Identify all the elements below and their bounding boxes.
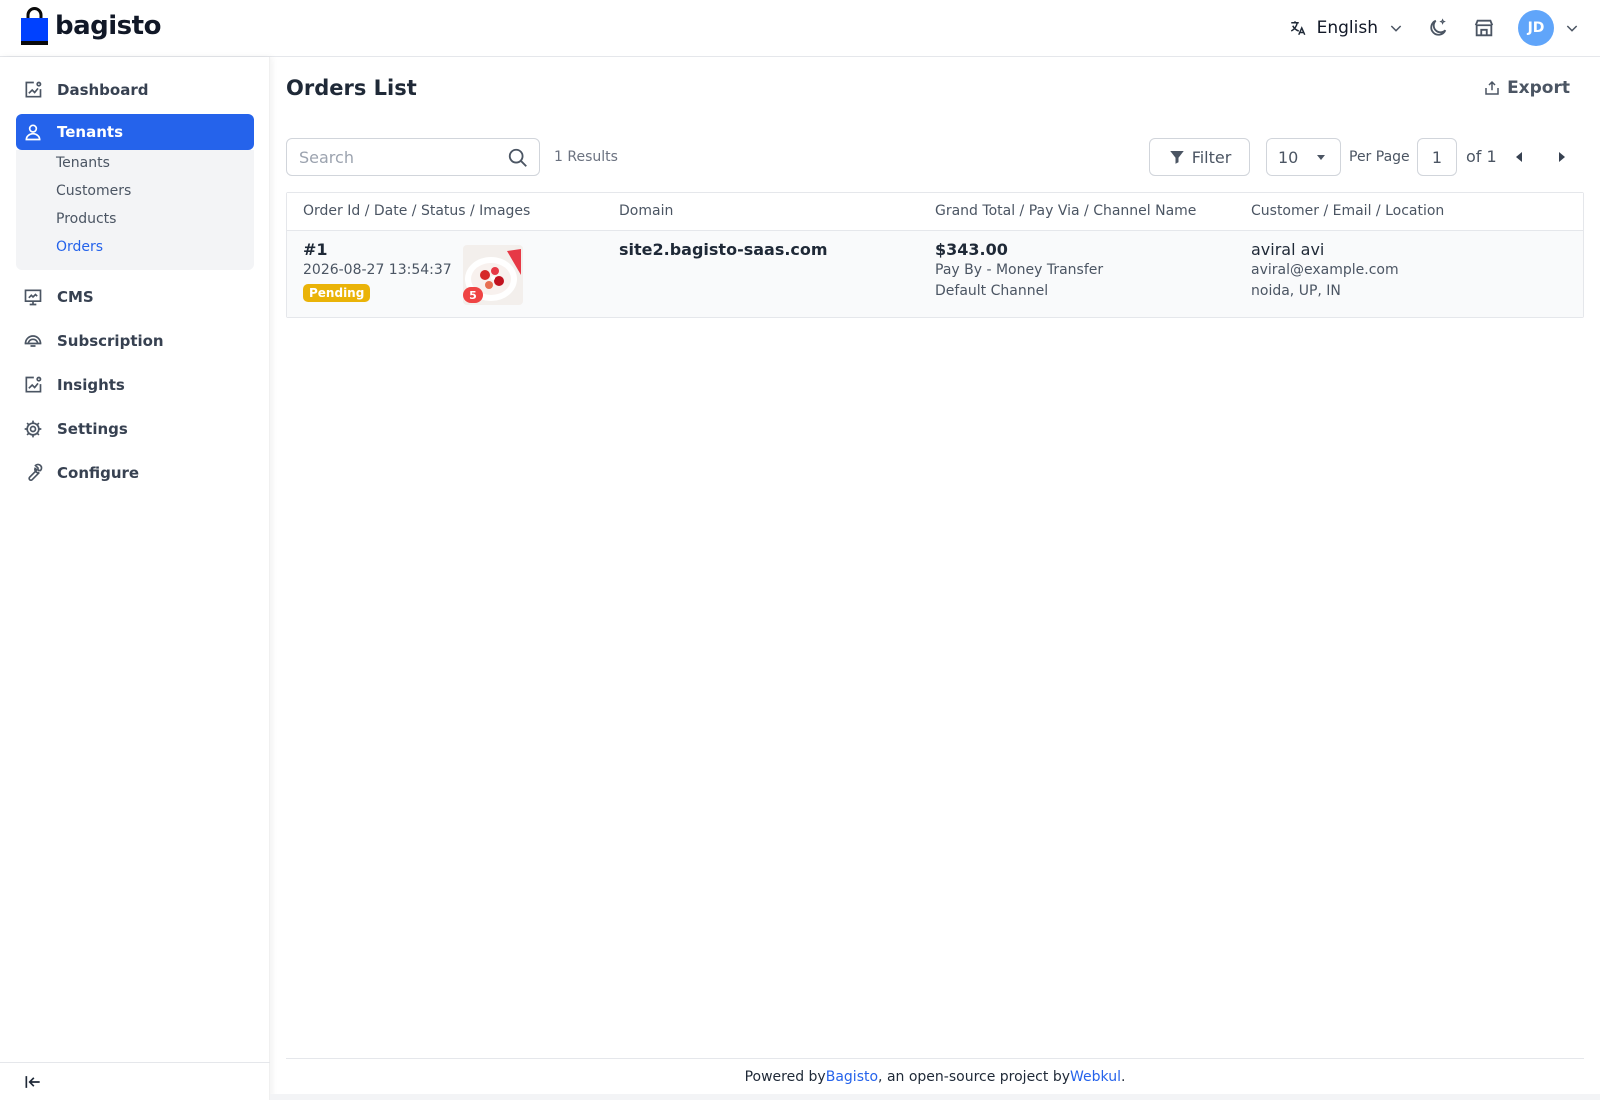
- search-box: [286, 138, 540, 176]
- orders-table: Order Id / Date / Status / Images Domain…: [286, 192, 1584, 318]
- next-page-button[interactable]: [1556, 149, 1566, 168]
- export-label: Export: [1507, 78, 1570, 98]
- customer-email: aviral@example.com: [1251, 262, 1399, 278]
- sidebar-item-insights[interactable]: Insights: [16, 367, 254, 403]
- column-header-domain[interactable]: Domain: [619, 203, 673, 219]
- submenu-item-tenants[interactable]: Tenants: [56, 155, 110, 171]
- footer-bar: [270, 1094, 1600, 1100]
- sidebar-item-subscription[interactable]: Subscription: [16, 323, 254, 359]
- dark-mode-toggle[interactable]: [1426, 16, 1450, 40]
- customer-location: noida, UP, IN: [1251, 283, 1341, 299]
- sidebar-item-tenants[interactable]: Tenants: [16, 114, 254, 150]
- channel-name: Default Channel: [935, 283, 1049, 299]
- column-header-total[interactable]: Grand Total / Pay Via / Channel Name: [935, 203, 1196, 219]
- sidebar-item-label: CMS: [57, 288, 94, 306]
- insights-icon: [25, 376, 42, 393]
- brand-logo[interactable]: bagisto: [20, 7, 161, 45]
- chevron-down-icon: [1390, 25, 1402, 32]
- previous-page-button[interactable]: [1515, 149, 1525, 168]
- per-page-value: 10: [1278, 147, 1299, 167]
- collapse-icon: [25, 1076, 40, 1088]
- sidebar-item-cms[interactable]: CMS: [16, 279, 254, 315]
- sidebar-item-label: Dashboard: [57, 81, 149, 99]
- caret-left-icon: [1516, 152, 1522, 162]
- grand-total: $343.00: [935, 240, 1008, 259]
- page-title: Orders List: [286, 76, 417, 100]
- search-input[interactable]: [287, 139, 487, 175]
- search-button[interactable]: [507, 147, 529, 173]
- caret-right-icon: [1559, 152, 1565, 162]
- sidebar-item-label: Insights: [57, 376, 125, 394]
- language-label: English: [1316, 18, 1378, 38]
- moon-icon: [1430, 18, 1447, 36]
- pay-via: Pay By - Money Transfer: [935, 262, 1104, 278]
- footer: Powered by Bagisto , an open-source proj…: [286, 1058, 1584, 1094]
- customer-name: aviral avi: [1251, 240, 1325, 259]
- order-date: 2026-08-27 13:54:37: [303, 262, 452, 278]
- collapse-sidebar-button[interactable]: [23, 1072, 43, 1096]
- profile-menu-toggle[interactable]: [1564, 20, 1580, 36]
- footer-prefix: Powered by: [744, 1068, 826, 1085]
- customer-cell: aviral avi aviral@example.com noida, UP,…: [1251, 240, 1399, 299]
- per-page-label: Per Page: [1349, 149, 1410, 165]
- footer-suffix: .: [1120, 1068, 1126, 1085]
- column-header-order[interactable]: Order Id / Date / Status / Images: [303, 203, 530, 219]
- sidebar-item-label: Tenants: [57, 123, 123, 141]
- column-header-customer[interactable]: Customer / Email / Location: [1251, 203, 1444, 219]
- sidebar-item-configure[interactable]: Configure: [16, 455, 254, 491]
- bagisto-link[interactable]: Bagisto: [826, 1069, 878, 1085]
- top-header: bagisto English JD: [0, 0, 1600, 57]
- sidebar: Dashboard Tenants Tenants Customers Prod…: [0, 57, 270, 1100]
- language-switcher[interactable]: English: [1289, 18, 1404, 38]
- total-cell: $343.00 Pay By - Money Transfer Default …: [935, 240, 1103, 299]
- submenu-item-products[interactable]: Products: [56, 211, 116, 227]
- tenants-submenu: Tenants Customers Products Orders: [16, 150, 254, 270]
- subscription-icon: [24, 335, 42, 347]
- dashboard-icon: [25, 81, 42, 98]
- brand-name: bagisto: [55, 11, 161, 41]
- chevron-down-icon: [1566, 25, 1578, 32]
- export-button[interactable]: Export: [1483, 78, 1570, 98]
- status-badge: Pending: [303, 284, 371, 302]
- order-id[interactable]: #1: [303, 240, 452, 259]
- wrench-icon: [28, 463, 43, 481]
- submenu-item-orders[interactable]: Orders: [56, 239, 103, 255]
- caret-down-icon: [1317, 155, 1326, 160]
- filter-button[interactable]: Filter: [1149, 138, 1250, 176]
- table-row[interactable]: #1 2026-08-27 13:54:37 Pending 5 site2.b…: [287, 231, 1583, 317]
- user-avatar[interactable]: JD: [1518, 10, 1554, 46]
- webkul-link[interactable]: Webkul: [1070, 1069, 1121, 1085]
- search-icon: [508, 148, 527, 167]
- sidebar-collapse-bar: [0, 1062, 270, 1100]
- per-page-select[interactable]: 10: [1266, 138, 1341, 176]
- user-icon: [25, 124, 41, 141]
- sidebar-item-dashboard[interactable]: Dashboard: [16, 72, 254, 108]
- footer-middle: , an open-source project by: [878, 1068, 1070, 1085]
- sidebar-item-label: Configure: [57, 464, 140, 482]
- table-header: Order Id / Date / Status / Images Domain…: [287, 193, 1583, 231]
- sidebar-item-label: Settings: [57, 420, 128, 438]
- store-icon: [1474, 19, 1494, 37]
- order-cell: #1 2026-08-27 13:54:37 Pending: [303, 240, 452, 302]
- domain-cell: site2.bagisto-saas.com: [619, 240, 828, 259]
- submenu-item-customers[interactable]: Customers: [56, 183, 131, 199]
- tenant-domain: site2.bagisto-saas.com: [619, 240, 828, 259]
- filter-icon: [1169, 151, 1184, 164]
- shopping-bag-icon: [21, 7, 48, 45]
- export-icon: [1485, 80, 1499, 95]
- results-count: 1 Results: [554, 149, 618, 165]
- storefront-button[interactable]: [1472, 16, 1496, 40]
- gear-icon: [24, 420, 42, 438]
- translate-icon: [1290, 21, 1306, 36]
- page-number-input[interactable]: 1: [1417, 138, 1457, 176]
- sidebar-item-settings[interactable]: Settings: [16, 411, 254, 447]
- cms-icon: [24, 289, 42, 306]
- image-count-badge: 5: [463, 287, 483, 303]
- total-pages-label: of 1: [1466, 147, 1497, 166]
- filter-label: Filter: [1191, 147, 1232, 167]
- sidebar-item-label: Subscription: [57, 332, 164, 350]
